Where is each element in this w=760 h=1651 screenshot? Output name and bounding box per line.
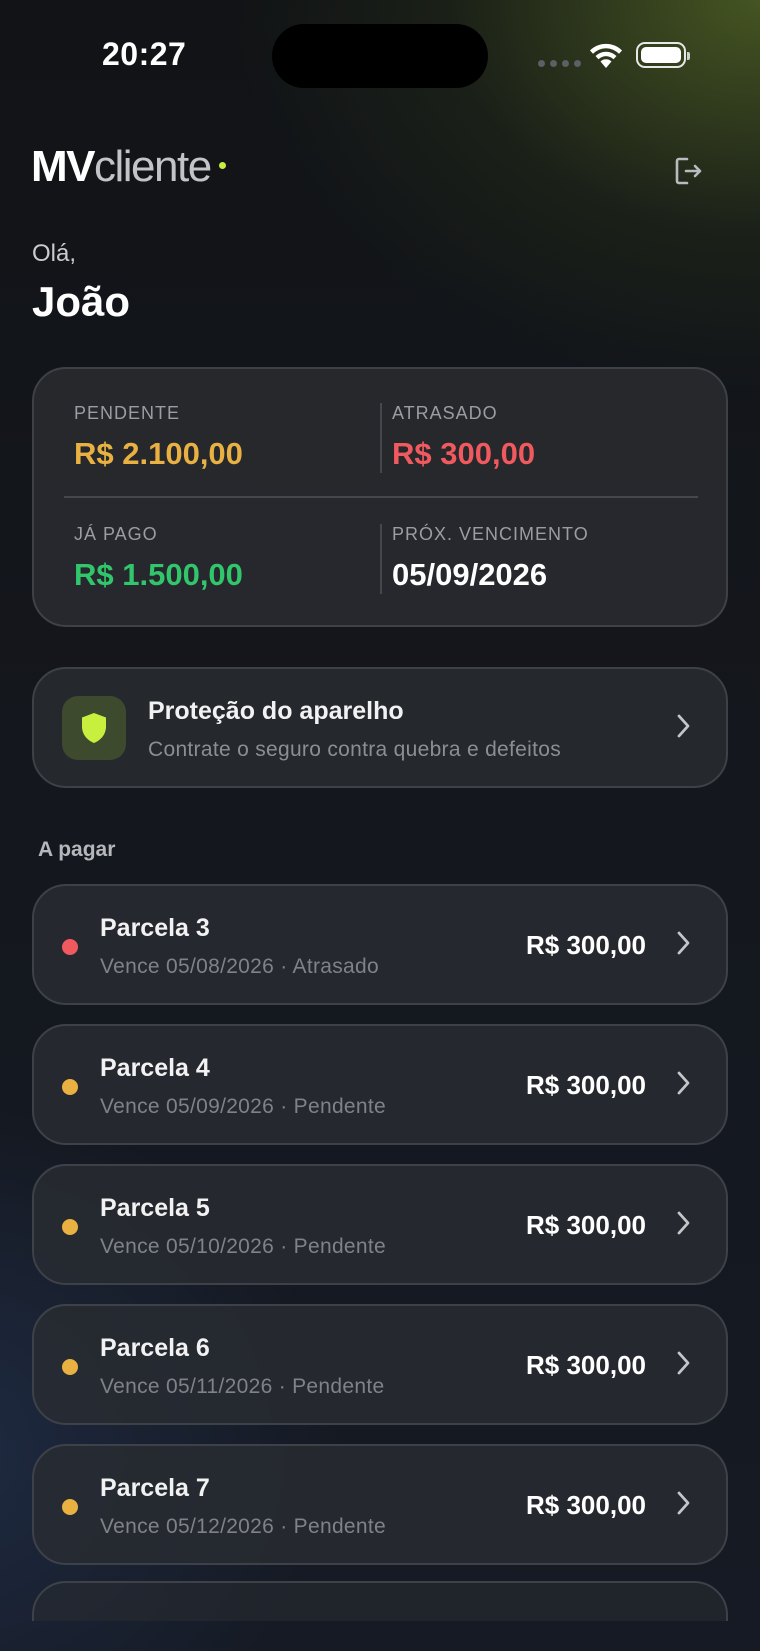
installment-list: Parcela 3 Vence 05/08/2026 · Atrasado R$ 3… xyxy=(32,884,728,1584)
divider xyxy=(64,496,698,498)
logout-icon xyxy=(675,157,702,185)
app-logo: MVcliente xyxy=(31,145,226,189)
pending-label: PENDENTE xyxy=(74,403,181,423)
logo-accent-dot xyxy=(218,161,226,169)
installment-item[interactable]: Parcela 5 Vence 05/10/2026 · Pendente R$ 3… xyxy=(32,1164,728,1285)
shield-icon xyxy=(82,713,106,743)
divider xyxy=(380,524,382,594)
dynamic-island xyxy=(272,24,488,88)
overdue-value: R$ 300,00 xyxy=(392,436,536,471)
next-due-label: PRÓX. VENCIMENTO xyxy=(392,524,589,544)
pending-value: R$ 2.100,00 xyxy=(74,436,243,471)
logo-mv: MV xyxy=(31,142,96,191)
chevron-right-icon xyxy=(676,930,692,961)
summary-card: PENDENTE R$ 2.100,00 ATRASADO R$ 300,00 … xyxy=(32,367,728,627)
greeting-text: Olá, xyxy=(32,240,77,267)
paid-summary: JÁ PAGO R$ 1.500,00 xyxy=(74,524,243,593)
installment-title: Parcela 6 xyxy=(100,1334,210,1362)
section-title: A pagar xyxy=(38,838,116,861)
paid-label: JÁ PAGO xyxy=(74,524,158,544)
cellular-signal-icon xyxy=(538,60,581,67)
status-dot xyxy=(62,1079,78,1095)
chevron-right-icon xyxy=(676,1070,692,1101)
wifi-icon xyxy=(588,41,624,74)
installment-due-date: Vence 05/08/2026 · Atrasado xyxy=(100,955,379,978)
installment-due-date: Vence 05/09/2026 · Pendente xyxy=(100,1095,387,1118)
installment-title: Parcela 7 xyxy=(100,1474,210,1502)
status-time: 20:27 xyxy=(102,36,187,72)
protection-title: Proteção do aparelho xyxy=(148,697,404,725)
list-item-partial xyxy=(32,1581,728,1621)
installment-amount: R$ 300,00 xyxy=(526,1350,646,1380)
installment-due-date: Vence 05/12/2026 · Pendente xyxy=(100,1515,387,1538)
installment-item[interactable]: Parcela 3 Vence 05/08/2026 · Atrasado R$ 3… xyxy=(32,884,728,1005)
installment-title: Parcela 3 xyxy=(100,914,210,942)
status-dot xyxy=(62,1499,78,1515)
shield-icon-container xyxy=(62,696,126,760)
installment-due-date: Vence 05/10/2026 · Pendente xyxy=(100,1235,387,1258)
chevron-right-icon xyxy=(676,1350,692,1381)
status-dot xyxy=(62,1219,78,1235)
installment-amount: R$ 300,00 xyxy=(526,1070,646,1100)
overdue-summary: ATRASADO R$ 300,00 xyxy=(392,403,535,472)
status-bar: 20:27 xyxy=(0,0,760,110)
battery-icon xyxy=(636,42,690,68)
next-due-summary: PRÓX. VENCIMENTO 05/09/2026 xyxy=(392,524,589,593)
installment-amount: R$ 300,00 xyxy=(526,930,646,960)
paid-value: R$ 1.500,00 xyxy=(74,557,243,592)
installment-item[interactable]: Parcela 7 Vence 05/12/2026 · Pendente R$ 3… xyxy=(32,1444,728,1565)
protection-subtitle: Contrate o seguro contra quebra e defeit… xyxy=(148,738,562,761)
next-due-value: 05/09/2026 xyxy=(392,557,548,592)
chevron-right-icon xyxy=(676,1210,692,1241)
installment-item[interactable]: Parcela 6 Vence 05/11/2026 · Pendente R$ 3… xyxy=(32,1304,728,1425)
status-dot xyxy=(62,1359,78,1375)
pending-summary: PENDENTE R$ 2.100,00 xyxy=(74,403,243,472)
installment-due-date: Vence 05/11/2026 · Pendente xyxy=(100,1375,385,1398)
overdue-label: ATRASADO xyxy=(392,403,498,423)
chevron-right-icon xyxy=(676,1490,692,1521)
installment-title: Parcela 5 xyxy=(100,1194,210,1222)
installment-amount: R$ 300,00 xyxy=(526,1210,646,1240)
divider xyxy=(380,403,382,473)
chevron-right-icon xyxy=(676,713,692,744)
user-name: João xyxy=(32,278,131,325)
installment-item[interactable]: Parcela 4 Vence 05/09/2026 · Pendente R$ 3… xyxy=(32,1024,728,1145)
logo-cliente: cliente xyxy=(94,142,212,191)
installment-title: Parcela 4 xyxy=(100,1054,210,1082)
device-protection-card[interactable]: Proteção do aparelho Contrate o seguro c… xyxy=(32,667,728,788)
status-dot xyxy=(62,939,78,955)
installment-amount: R$ 300,00 xyxy=(526,1490,646,1520)
logout-button[interactable] xyxy=(672,154,706,188)
